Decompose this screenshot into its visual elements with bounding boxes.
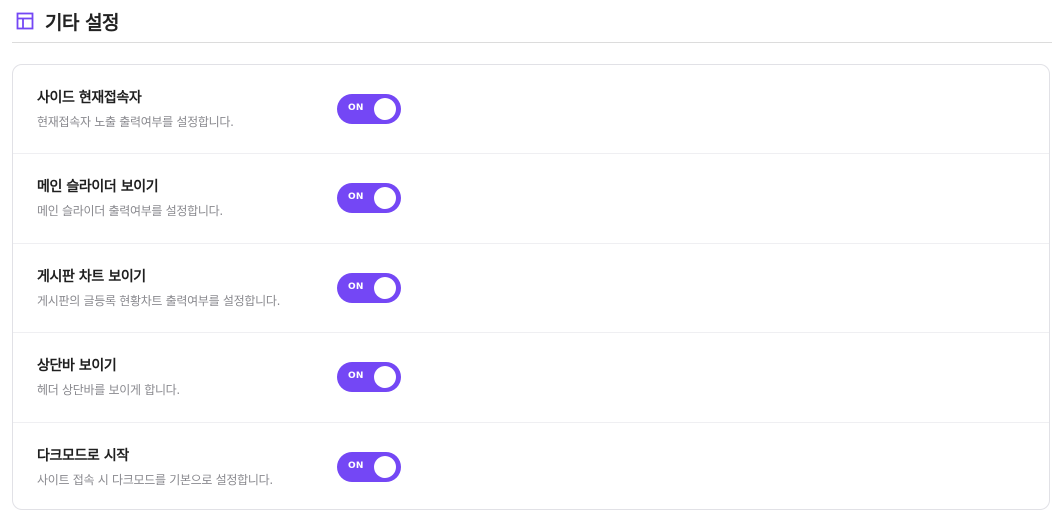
setting-row-main-slider: 메인 슬라이더 보이기 메인 슬라이더 출력여부를 설정합니다. ON <box>13 154 1049 244</box>
setting-description: 게시판의 글등록 현황차트 출력여부를 설정합니다. <box>37 293 281 308</box>
current-visitors-toggle[interactable]: ON <box>337 94 401 124</box>
setting-description: 사이트 접속 시 다크모드를 기본으로 설정합니다. <box>37 472 273 487</box>
setting-title: 다크모드로 시작 <box>37 447 129 464</box>
toggle-label: ON <box>348 460 364 471</box>
layout-icon <box>15 11 35 31</box>
setting-description: 메인 슬라이더 출력여부를 설정합니다. <box>37 204 223 219</box>
toggle-knob <box>374 98 396 120</box>
toggle-knob <box>374 187 396 210</box>
setting-title: 사이드 현재접속자 <box>37 90 142 106</box>
toggle-label: ON <box>348 281 364 292</box>
setting-title: 메인 슬라이더 보이기 <box>37 179 159 196</box>
toggle-knob <box>374 366 396 389</box>
dark-mode-toggle[interactable]: ON <box>337 451 401 482</box>
toggle-label: ON <box>348 371 364 382</box>
setting-title: 게시판 차트 보이기 <box>37 268 146 285</box>
toggle-knob <box>374 276 396 299</box>
setting-title: 상단바 보이기 <box>37 358 117 375</box>
setting-row-dark-mode: 다크모드로 시작 사이트 접속 시 다크모드를 기본으로 설정합니다. ON <box>13 423 1049 512</box>
toggle-label: ON <box>348 192 364 203</box>
settings-card: 사이드 현재접속자 현재접속자 노출 출력여부를 설정합니다. ON 메인 슬라… <box>12 64 1050 510</box>
page-title: 기타 설정 <box>45 11 120 34</box>
setting-description: 헤더 상단바를 보이게 합니다. <box>37 383 180 398</box>
setting-row-top-bar: 상단바 보이기 헤더 상단바를 보이게 합니다. ON <box>13 333 1049 423</box>
setting-row-board-chart: 게시판 차트 보이기 게시판의 글등록 현황차트 출력여부를 설정합니다. ON <box>13 244 1049 334</box>
board-chart-toggle[interactable]: ON <box>337 272 401 303</box>
main-slider-toggle[interactable]: ON <box>337 183 401 214</box>
toggle-label: ON <box>348 103 364 113</box>
toggle-knob <box>374 455 396 478</box>
top-bar-toggle[interactable]: ON <box>337 362 401 393</box>
setting-description: 현재접속자 노출 출력여부를 설정합니다. <box>37 115 234 129</box>
section-header: 기타 설정 <box>12 0 1052 43</box>
setting-row-current-visitors: 사이드 현재접속자 현재접속자 노출 출력여부를 설정합니다. ON <box>13 65 1049 155</box>
